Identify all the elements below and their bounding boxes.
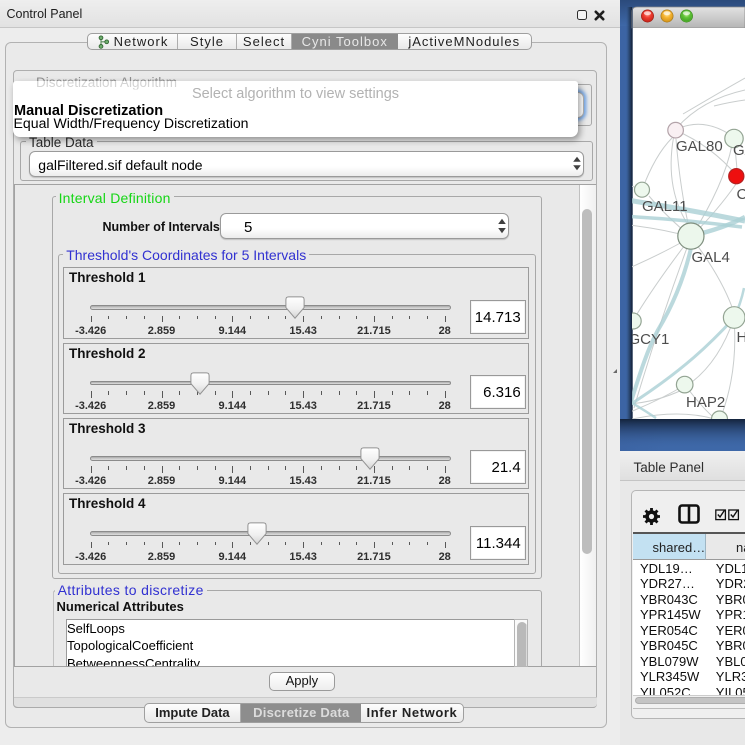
svg-text:GAL80: GAL80 <box>676 138 723 155</box>
svg-text:GAL4: GAL4 <box>692 249 730 266</box>
svg-text:GAL11: GAL11 <box>642 198 688 215</box>
svg-text:C: C <box>737 186 745 203</box>
svg-text:GA: GA <box>733 142 745 159</box>
svg-text:GCY1: GCY1 <box>629 331 670 348</box>
svg-text:H: H <box>737 329 745 346</box>
svg-text:HAP2: HAP2 <box>686 394 725 411</box>
